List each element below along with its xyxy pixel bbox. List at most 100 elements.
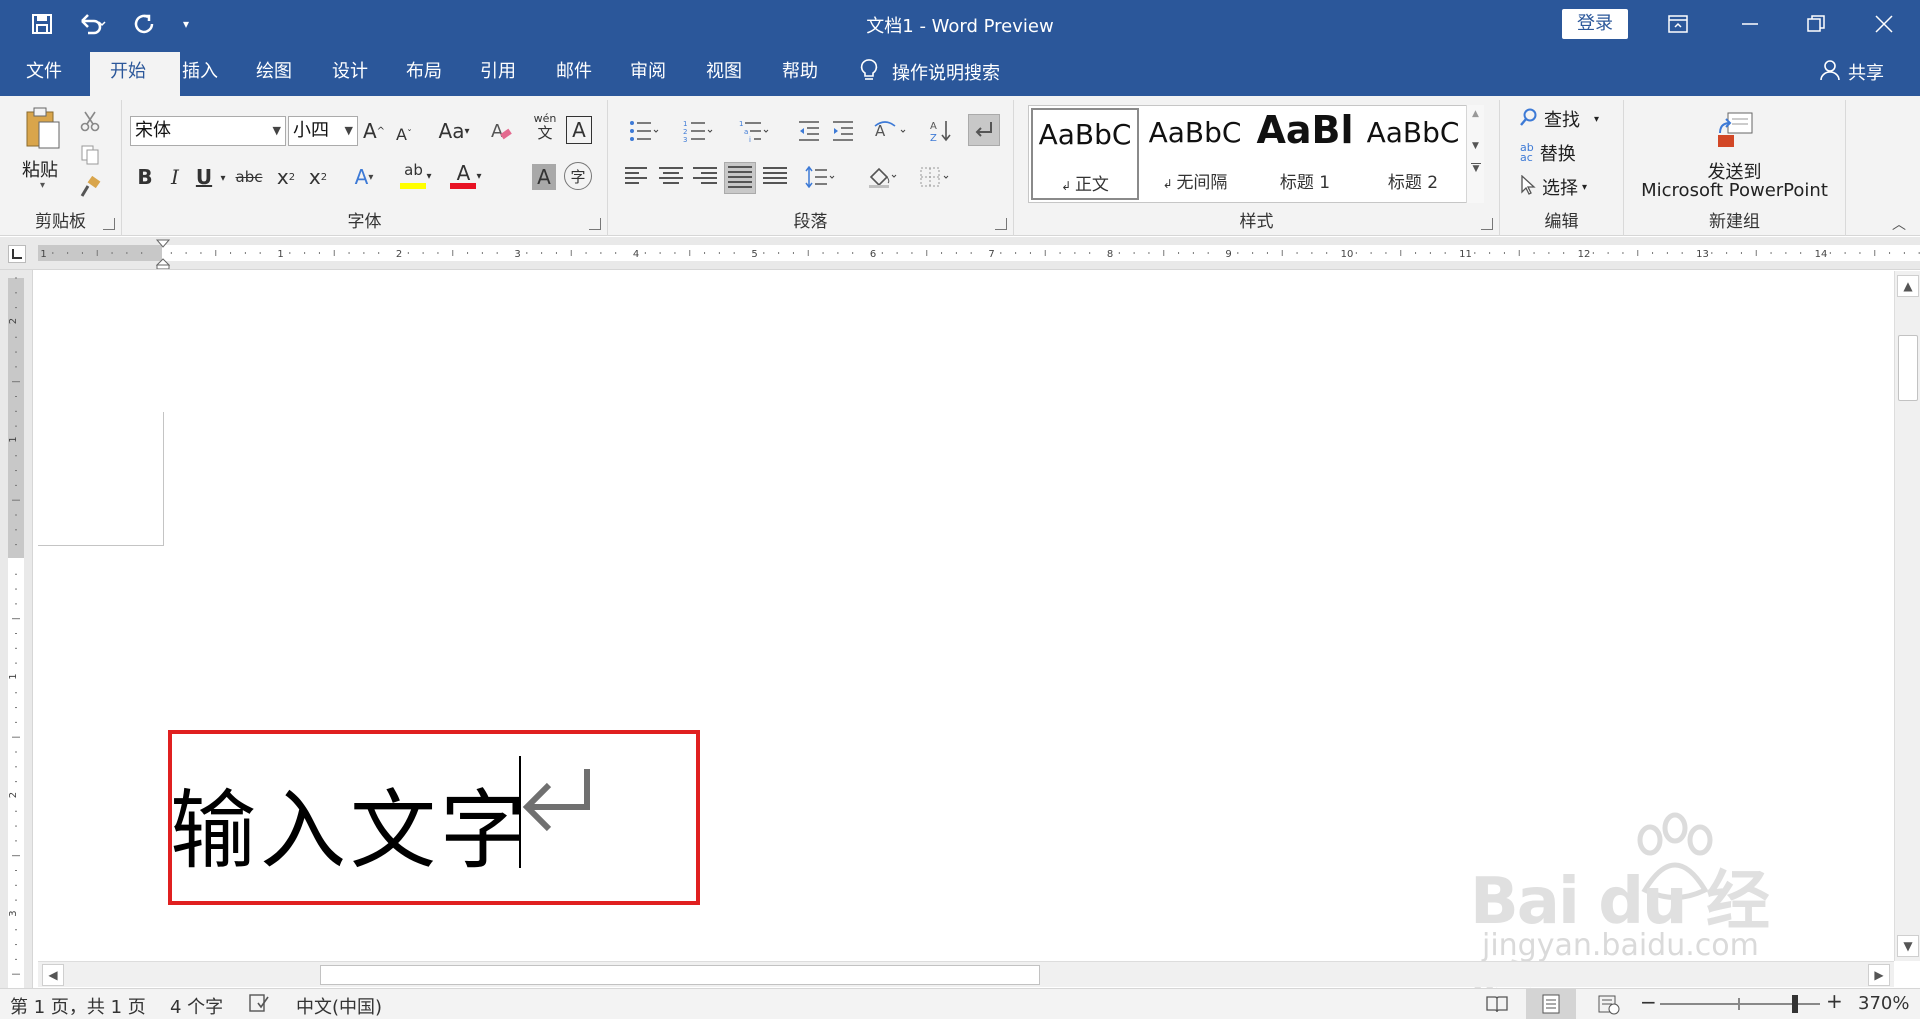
show-paragraph-marks-icon[interactable] <box>968 114 1000 146</box>
shrink-font-icon[interactable]: Aˇ <box>392 120 416 148</box>
scroll-right-icon[interactable]: ▶ <box>1868 964 1890 986</box>
login-button[interactable]: 登录 <box>1562 9 1628 39</box>
enclose-characters-icon[interactable]: 字 <box>564 162 592 190</box>
styles-launcher-icon[interactable] <box>1481 218 1493 230</box>
align-left-icon[interactable] <box>622 164 652 192</box>
proofing-icon[interactable] <box>248 993 270 1018</box>
tab-view[interactable]: 视图 <box>686 48 762 96</box>
ribbon-display-icon[interactable] <box>1642 0 1714 48</box>
grow-font-icon[interactable]: A ^ <box>362 116 386 146</box>
style-normal[interactable]: AaBbC ↲ 正文 <box>1031 108 1139 200</box>
send-to-powerpoint-icon[interactable] <box>1716 110 1756 150</box>
chevron-up-icon[interactable]: ▲ <box>1467 109 1484 119</box>
borders-icon[interactable] <box>912 162 956 192</box>
styles-gallery-scroll[interactable]: ▲ ▼ ▼ <box>1466 105 1484 203</box>
print-layout-icon[interactable] <box>1526 989 1576 1019</box>
multilevel-list-icon[interactable]: 1ai <box>732 116 776 146</box>
send-to-label-2[interactable]: Microsoft PowerPoint <box>1624 180 1845 201</box>
horizontal-scrollbar[interactable]: ◀ ▶ <box>38 961 1894 987</box>
distributed-icon[interactable] <box>760 164 790 192</box>
chevron-down-icon[interactable]: ▾ <box>216 164 230 192</box>
superscript-button[interactable]: x2 <box>304 162 332 192</box>
tab-draw[interactable]: 绘图 <box>236 48 312 96</box>
indent-marker-icon[interactable] <box>155 239 171 273</box>
tab-file[interactable]: 文件 <box>6 48 82 96</box>
style-heading-1[interactable]: AaBl 标题 1 <box>1251 108 1359 200</box>
bold-button[interactable]: B <box>132 162 158 192</box>
horizontal-ruler[interactable]: 1 1 2 3 4 5 6 7 8 9 10 11 12 13 14 <box>0 237 1920 270</box>
tab-layout[interactable]: 布局 <box>386 48 462 96</box>
vertical-scroll-thumb[interactable] <box>1898 335 1918 401</box>
web-layout-icon[interactable] <box>1598 995 1620 1019</box>
zoom-out-button[interactable]: − <box>1640 990 1657 1014</box>
close-icon[interactable] <box>1848 0 1920 48</box>
clear-formatting-icon[interactable]: A <box>486 116 516 146</box>
zoom-in-button[interactable]: + <box>1826 989 1843 1013</box>
scroll-left-icon[interactable]: ◀ <box>42 964 64 986</box>
more-styles-icon[interactable]: ▼ <box>1471 163 1481 174</box>
character-border-icon[interactable]: A <box>566 116 592 144</box>
language-indicator[interactable]: 中文(中国) <box>296 993 382 1019</box>
font-size-combo[interactable]: 小四 ▼ <box>288 116 358 146</box>
scroll-down-icon[interactable]: ▼ <box>1897 935 1919 957</box>
line-spacing-icon[interactable] <box>798 162 842 192</box>
justify-icon[interactable] <box>724 162 756 194</box>
scroll-up-icon[interactable]: ▲ <box>1897 275 1919 297</box>
clipboard-launcher-icon[interactable] <box>103 218 115 230</box>
paste-label[interactable]: 粘贴 <box>22 156 58 182</box>
collapse-ribbon-icon[interactable]: ︿ <box>1892 214 1906 234</box>
decrease-indent-icon[interactable] <box>794 116 824 146</box>
character-shading-icon[interactable]: A <box>532 164 556 190</box>
tab-review[interactable]: 审阅 <box>610 48 686 96</box>
page-margin-corner <box>38 412 164 546</box>
highlight-button[interactable]: ab ▾ <box>396 160 436 192</box>
strikethrough-button[interactable]: abc <box>232 162 266 192</box>
select-button[interactable]: 选择 ▾ <box>1520 174 1587 200</box>
increase-indent-icon[interactable] <box>828 116 858 146</box>
font-name-combo[interactable]: 宋体 ▼ <box>130 116 286 146</box>
paste-icon[interactable] <box>18 106 68 150</box>
horizontal-scroll-thumb[interactable] <box>320 965 1040 985</box>
style-heading-2[interactable]: AaBbC 标题 2 <box>1359 108 1467 200</box>
vertical-ruler[interactable]: 2 1 1 2 3 <box>0 270 33 990</box>
tab-insert[interactable]: 插入 <box>162 48 238 96</box>
read-mode-icon[interactable] <box>1486 995 1508 1018</box>
tab-help[interactable]: 帮助 <box>762 48 838 96</box>
find-button[interactable]: 查找 ▾ <box>1520 106 1599 132</box>
tab-references[interactable]: 引用 <box>460 48 536 96</box>
sort-icon[interactable]: AZ <box>926 116 956 146</box>
align-right-icon[interactable] <box>690 164 720 192</box>
word-count[interactable]: 4 个字 <box>170 993 223 1019</box>
align-center-icon[interactable] <box>656 164 686 192</box>
paste-dropdown-icon[interactable]: ▾ <box>40 180 45 191</box>
style-no-spacing[interactable]: AaBbC ↲ 无间隔 <box>1141 108 1249 200</box>
font-color-button[interactable]: A ▾ <box>446 160 486 192</box>
font-launcher-icon[interactable] <box>589 218 601 230</box>
tell-me-search[interactable]: 操作说明搜索 <box>860 48 1000 96</box>
minimize-icon[interactable] <box>1714 0 1786 48</box>
copy-icon[interactable] <box>76 142 104 168</box>
change-case-button[interactable]: Aa ▾ <box>432 116 476 146</box>
tab-mailings[interactable]: 邮件 <box>536 48 612 96</box>
zoom-slider-thumb[interactable] <box>1792 995 1798 1013</box>
italic-button[interactable]: I <box>164 162 186 192</box>
paragraph-launcher-icon[interactable] <box>995 218 1007 230</box>
page-count[interactable]: 第 1 页，共 1 页 <box>10 993 146 1019</box>
restore-icon[interactable] <box>1780 0 1852 48</box>
underline-button[interactable]: U <box>192 162 216 192</box>
replace-button[interactable]: ab ac 替换 <box>1520 140 1576 166</box>
cut-icon[interactable] <box>76 108 104 134</box>
format-painter-icon[interactable] <box>76 174 104 200</box>
asian-layout-icon[interactable]: A <box>866 116 914 146</box>
phonetic-guide-icon[interactable]: wén 文 <box>532 112 558 146</box>
chevron-down-icon[interactable]: ▼ <box>1467 141 1484 151</box>
share-button[interactable]: 共享 <box>1820 48 1884 96</box>
tab-design[interactable]: 设计 <box>312 48 388 96</box>
text-effects-button[interactable]: A ▾ <box>344 162 384 192</box>
subscript-button[interactable]: x2 <box>272 162 300 192</box>
bullets-icon[interactable] <box>622 116 666 146</box>
vertical-scrollbar[interactable]: ▲ ▼ <box>1894 271 1920 961</box>
shading-icon[interactable] <box>860 162 904 192</box>
numbering-icon[interactable]: 123 <box>676 116 720 146</box>
zoom-level[interactable]: 370% <box>1858 993 1909 1014</box>
